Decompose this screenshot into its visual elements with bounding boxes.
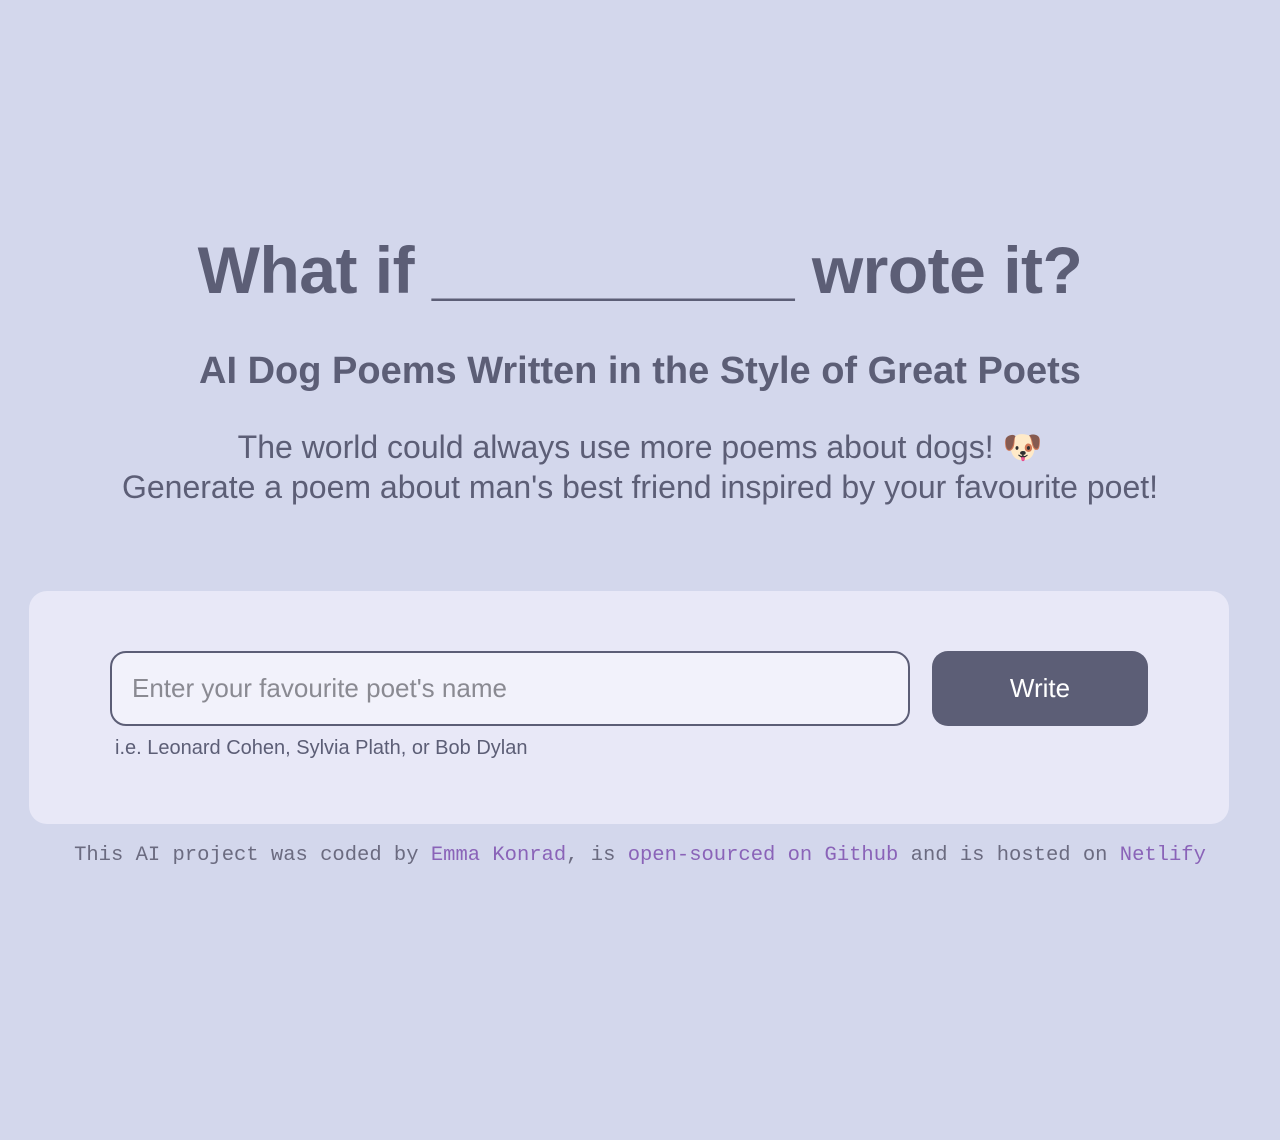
page-subtitle: AI Dog Poems Written in the Style of Gre… [199, 350, 1081, 392]
footer-text-2: , is [566, 844, 628, 867]
page-title: What if __________ wrote it? [197, 233, 1083, 307]
github-link[interactable]: open-sourced on Github [628, 844, 899, 867]
hero: What if __________ wrote it? AI Dog Poem… [0, 228, 1280, 507]
author-link[interactable]: Emma Konrad [431, 844, 566, 867]
poem-form-card: Write i.e. Leonard Cohen, Sylvia Plath, … [29, 591, 1229, 824]
footer-text-3: and is hosted on [898, 844, 1120, 867]
footer-text-1: This AI project was coded by [74, 844, 431, 867]
write-button[interactable]: Write [932, 651, 1148, 726]
netlify-link[interactable]: Netlify [1120, 844, 1206, 867]
tagline-line-1: The world could always use more poems ab… [237, 429, 1043, 465]
footer: This AI project was coded by Emma Konrad… [0, 843, 1280, 869]
tagline: The world could always use more poems ab… [0, 427, 1280, 507]
tagline-line-2: Generate a poem about man's best friend … [121, 469, 1159, 505]
input-hint: i.e. Leonard Cohen, Sylvia Plath, or Bob… [115, 737, 528, 759]
poet-name-input[interactable] [110, 651, 910, 726]
